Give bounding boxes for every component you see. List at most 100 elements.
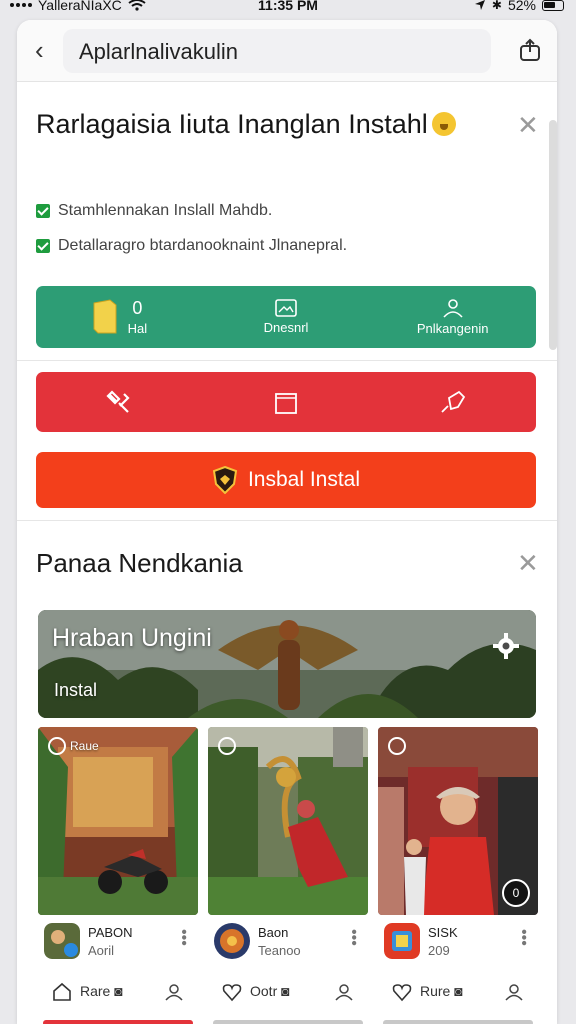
app-avatar[interactable] <box>384 923 420 959</box>
app-avatar[interactable] <box>214 923 250 959</box>
address-text: Aplarlnalivakulin <box>79 39 238 64</box>
close-icon[interactable]: ✕ <box>517 112 539 138</box>
action-text: Ootr <box>250 983 278 999</box>
checkbox-checked-icon[interactable] <box>36 204 50 218</box>
location-icon <box>474 0 485 10</box>
folder-label: Hal <box>127 321 148 336</box>
checklist-item: Stamhlennakan Inslall Mahdb. <box>36 202 272 220</box>
tile-meta: SISK 209 ••• <box>378 923 538 963</box>
checkbox-checked-icon[interactable] <box>36 239 50 253</box>
square-icon <box>275 393 297 414</box>
app-name: Baon <box>258 925 289 940</box>
media-tile[interactable] <box>208 727 368 915</box>
dialog-title: Rarlagaisia Iiuta Inanglan Instahl <box>36 106 476 143</box>
divider <box>17 520 557 521</box>
install-label: Insbal Instal <box>247 468 361 491</box>
divider <box>17 360 557 361</box>
shield-icon <box>212 466 238 494</box>
video-count-badge[interactable]: 0 <box>502 879 530 907</box>
tile-actions: Rare ◙ <box>38 980 198 1008</box>
user-icon[interactable] <box>504 982 524 1002</box>
dialog-title-text: Rarlagaisia Iiuta Inanglan Instahl <box>36 109 428 139</box>
folder-action[interactable]: 0 Hal <box>36 286 203 348</box>
tile-image <box>38 727 198 915</box>
bluetooth-icon: ✱ <box>491 0 502 12</box>
image-icon <box>275 299 297 317</box>
bottom-chip[interactable] <box>43 1020 193 1024</box>
heart-icon[interactable] <box>222 982 242 1002</box>
image-action[interactable]: Dnesnrl <box>203 286 370 348</box>
banner-title: Hraban Ungini <box>52 624 212 652</box>
checklist-item: Detallaragro btardanooknaint Jlnanepral. <box>36 237 347 255</box>
checklist-label: Stamhlennakan Inslall Mahdb. <box>58 202 273 219</box>
smile-emoji-icon <box>431 112 456 136</box>
image-label: Dnesnrl <box>263 320 309 335</box>
more-vertical-icon[interactable]: ••• <box>515 929 532 946</box>
user-icon[interactable] <box>164 982 184 1002</box>
close-icon[interactable]: ✕ <box>517 550 539 576</box>
bottom-chip[interactable] <box>383 1020 533 1024</box>
action-label[interactable]: Rare ◙ <box>80 983 123 999</box>
chat-icon: ◙ <box>454 983 463 999</box>
heart-icon[interactable] <box>392 982 412 1002</box>
share-icon[interactable] <box>519 38 541 62</box>
square-action[interactable] <box>203 372 370 432</box>
tile-meta: PABON Aoril ••• <box>38 923 198 963</box>
tag-icon <box>441 390 465 413</box>
chat-icon: ◙ <box>114 983 123 999</box>
media-tile[interactable]: Raue <box>38 727 198 915</box>
checklist-label: Detallaragro btardanooknaint Jlnanepral. <box>58 237 348 254</box>
tile-meta: Baon Teanoo ••• <box>208 923 368 963</box>
section-title: Panaa Nendkania <box>36 548 243 578</box>
user-action[interactable]: Pnlkangenin <box>369 286 536 348</box>
check-circle-icon <box>218 737 236 755</box>
bottom-chip[interactable] <box>213 1020 363 1024</box>
more-vertical-icon[interactable]: ••• <box>345 929 362 946</box>
check-circle-icon <box>388 737 406 755</box>
tile-badge <box>388 737 406 755</box>
tools-action[interactable] <box>36 372 203 432</box>
scrollbar[interactable] <box>549 120 557 350</box>
tile-actions: Rure ◙ <box>378 980 538 1008</box>
banner-subtitle: Instal <box>54 680 98 700</box>
home-icon[interactable] <box>52 982 72 1002</box>
address-field[interactable]: Aplarlnalivakulin <box>63 29 491 73</box>
action-label[interactable]: Rure ◙ <box>420 983 463 999</box>
app-name: PABON <box>88 925 133 940</box>
more-vertical-icon[interactable]: ••• <box>175 929 192 946</box>
app-avatar[interactable] <box>44 923 80 959</box>
tag-action[interactable] <box>369 372 536 432</box>
app-name: SISK <box>428 925 458 940</box>
chat-icon: ◙ <box>281 983 290 999</box>
app-subtitle: 209 <box>428 943 450 958</box>
app-window: ‹ Aplarlnalivakulin Rarlagaisia Iiuta In… <box>17 20 557 1024</box>
action-text: Rure <box>420 983 451 999</box>
status-right: ✱ 52% <box>474 0 564 13</box>
red-action-bar <box>36 372 536 432</box>
app-subtitle: Aoril <box>88 943 115 958</box>
check-circle-icon <box>48 737 66 755</box>
action-text: Rare <box>80 983 111 999</box>
media-tile[interactable]: 0 <box>378 727 538 915</box>
tile-actions: Ootr ◙ <box>208 980 368 1008</box>
folder-icon <box>93 299 117 334</box>
battery-icon <box>542 0 564 11</box>
tile-badge: Raue <box>48 737 99 755</box>
action-label[interactable]: Ootr ◙ <box>250 983 290 999</box>
green-action-bar: 0 Hal Dnesnrl Pnlkangenin <box>36 286 536 348</box>
user-label: Pnlkangenin <box>416 321 489 336</box>
tile-badge-label: Raue <box>70 739 99 753</box>
install-button[interactable]: Insbal Instal <box>36 452 536 508</box>
featured-banner[interactable]: Hraban Ungini Instal <box>38 610 536 718</box>
status-bar: YalleraNIaXC 11:35 PM ✱ 52% <box>0 0 576 16</box>
tile-image <box>208 727 368 915</box>
app-bar: ‹ Aplarlnalivakulin <box>17 20 557 82</box>
app-subtitle: Teanoo <box>258 943 301 958</box>
chevron-left-icon[interactable]: ‹ <box>35 36 57 64</box>
tile-badge <box>218 737 236 755</box>
user-icon <box>443 299 463 318</box>
battery-percent: 52% <box>507 0 536 13</box>
tools-icon <box>106 390 130 413</box>
user-icon[interactable] <box>334 982 354 1002</box>
gear-icon[interactable] <box>492 632 520 660</box>
